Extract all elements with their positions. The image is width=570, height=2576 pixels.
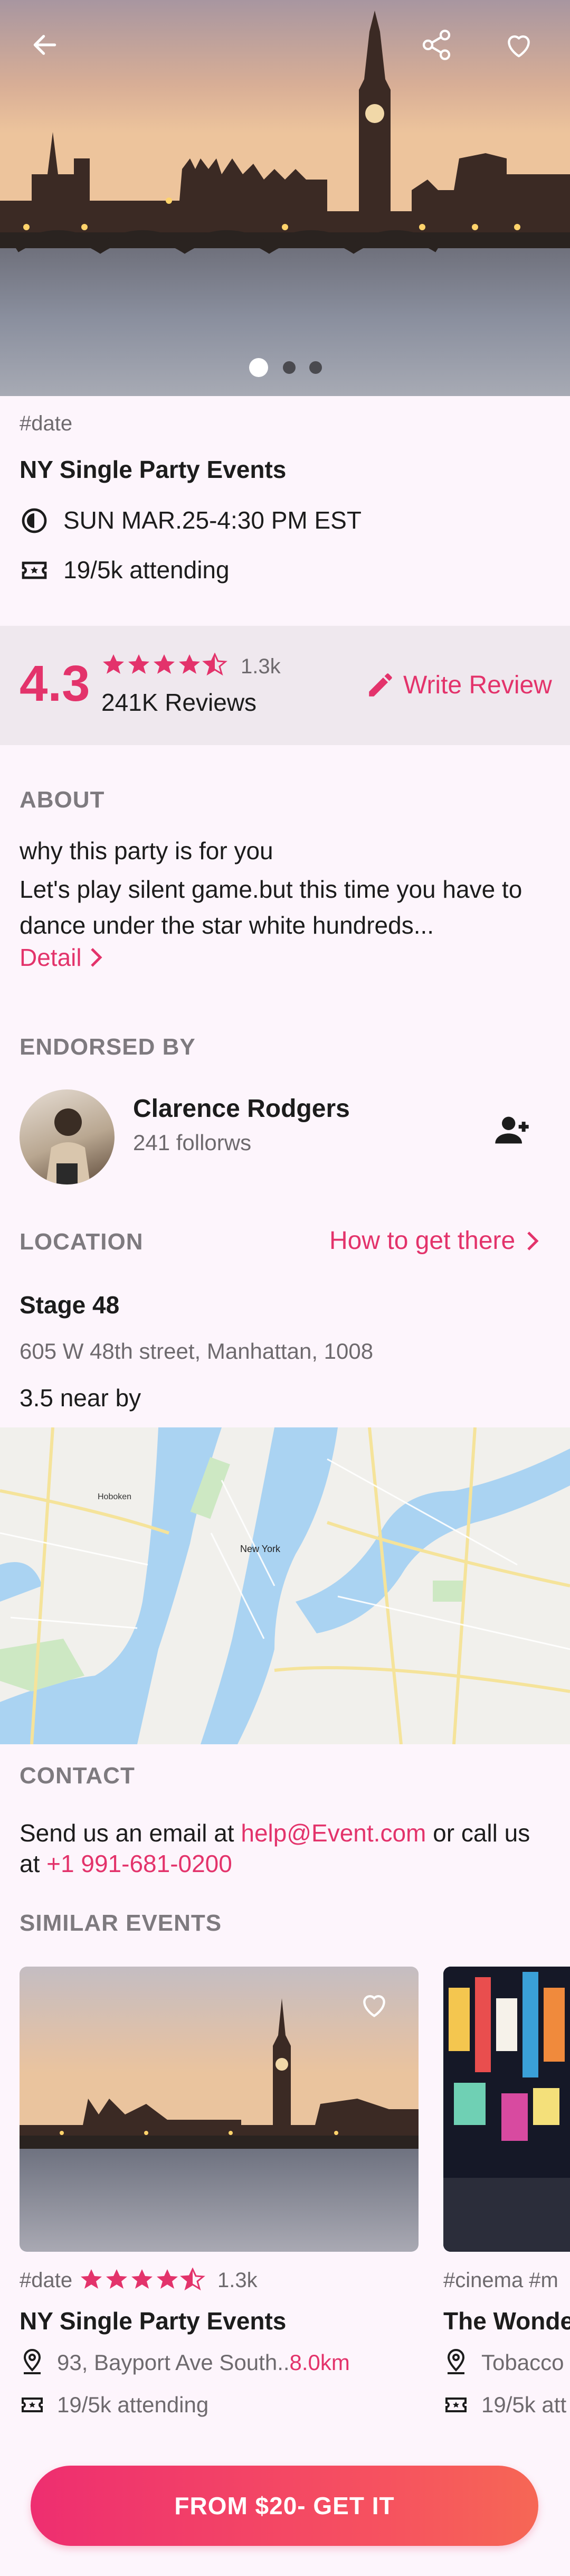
write-review-button[interactable]: Write Review	[365, 670, 552, 700]
carousel-dot[interactable]	[309, 361, 322, 374]
event-tag[interactable]: #date	[20, 412, 72, 436]
similar-card-address: 93, Bayport Ave South..8.0km	[57, 2350, 350, 2375]
venue-address: 605 W 48th street, Manhattan, 1008	[20, 1339, 374, 1364]
endorsed-heading: ENDORSED BY	[20, 1034, 196, 1060]
get-ticket-button[interactable]: FROM $20- GET IT	[31, 2466, 538, 2546]
avatar[interactable]	[20, 1089, 115, 1184]
heart-icon[interactable]	[357, 1988, 391, 2022]
event-datetime: SUN MAR.25-4:30 PM EST	[63, 506, 362, 534]
similar-card-address-text: 93, Bayport Ave South..	[57, 2350, 290, 2375]
location-map[interactable]: Hoboken New York	[0, 1427, 570, 1744]
big-ben-photo	[0, 0, 570, 396]
chevron-right-icon	[527, 1231, 539, 1251]
star-rating-icon	[103, 653, 227, 676]
similar-event-card-image[interactable]	[20, 1967, 419, 2252]
star-rating-icon	[81, 2268, 205, 2291]
contact-at: at	[20, 1850, 47, 1877]
similar-card-attending: 19/5k attending	[57, 2392, 209, 2417]
similar-card-attending-2: 19/5k att	[481, 2392, 567, 2417]
similar-heading: SIMILAR EVENTS	[20, 1910, 222, 1936]
similar-card-tag-2[interactable]: #cinema #m	[443, 2269, 558, 2292]
about-line1: why this party is for you	[20, 837, 273, 864]
map-graphic: Hoboken New York	[0, 1427, 570, 1744]
location-pin-icon	[447, 2348, 465, 2374]
similar-card-tag[interactable]: #date	[20, 2269, 72, 2292]
hero-image	[0, 0, 570, 396]
similar-card-title[interactable]: NY Single Party Events	[20, 2307, 286, 2335]
similar-card-count: 1.3k	[217, 2269, 258, 2292]
contact-mid: or call us	[426, 1819, 530, 1847]
clock-icon	[22, 508, 47, 533]
share-button[interactable]	[413, 21, 460, 69]
share-icon	[422, 30, 451, 60]
similar-card-address-2: Tobacco	[481, 2350, 564, 2375]
contact-email-link[interactable]: help@Event.com	[241, 1819, 426, 1847]
contact-phone-link[interactable]: +1 991-681-0200	[46, 1850, 232, 1877]
map-label-newyork: New York	[240, 1544, 281, 1554]
map-label-hoboken: Hoboken	[98, 1492, 131, 1501]
rating-score: 4.3	[20, 655, 90, 712]
ticket-icon	[22, 2398, 43, 2412]
endorser-name[interactable]: Clarence Rodgers	[133, 1094, 350, 1123]
rating-reviews: 241K Reviews	[101, 689, 257, 716]
rating-count: 1.3k	[241, 655, 281, 678]
detail-label: Detail	[20, 944, 82, 971]
event-title: NY Single Party Events	[20, 456, 287, 483]
event-attending: 19/5k attending	[63, 556, 230, 584]
write-review-label: Write Review	[403, 671, 552, 699]
arrow-left-icon	[33, 35, 56, 55]
similar-card-title-2[interactable]: The Wonde	[443, 2307, 570, 2335]
back-button[interactable]	[21, 21, 69, 69]
pencil-icon	[369, 673, 392, 697]
carousel-dot[interactable]	[283, 361, 296, 374]
endorser-followers: 241 follorws	[133, 1130, 252, 1155]
add-user-button[interactable]	[492, 1110, 532, 1150]
similar-card-distance: 8.0km	[289, 2350, 350, 2375]
rating-stars	[101, 653, 228, 679]
venue-name: Stage 48	[20, 1291, 120, 1319]
about-body: Let's play silent game.but this time you…	[20, 876, 522, 939]
get-ticket-label: FROM $20- GET IT	[174, 2492, 395, 2519]
location-heading: LOCATION	[20, 1229, 144, 1255]
carousel-dot-active[interactable]	[249, 358, 268, 377]
about-detail-link[interactable]: Detail	[20, 943, 104, 972]
contact-prefix: Send us an email at	[20, 1819, 241, 1847]
about-heading: ABOUT	[20, 787, 105, 813]
person-photo	[46, 1108, 90, 1184]
directions-link[interactable]: How to get there	[329, 1226, 540, 1255]
location-pin-icon	[23, 2348, 41, 2374]
ticket-icon	[445, 2398, 467, 2412]
directions-label: How to get there	[329, 1227, 516, 1255]
heart-icon	[508, 35, 530, 58]
chevron-right-icon	[90, 948, 102, 967]
ticket-icon	[22, 561, 47, 579]
contact-heading: CONTACT	[20, 1763, 135, 1789]
venue-distance: 3.5 near by	[20, 1384, 141, 1412]
event-photo-street	[443, 1967, 570, 2252]
contact-text: Send us an email at help@Event.com or ca…	[20, 1818, 553, 1879]
similar-event-card-image-2[interactable]	[443, 1967, 570, 2252]
favorite-button[interactable]	[495, 21, 543, 69]
